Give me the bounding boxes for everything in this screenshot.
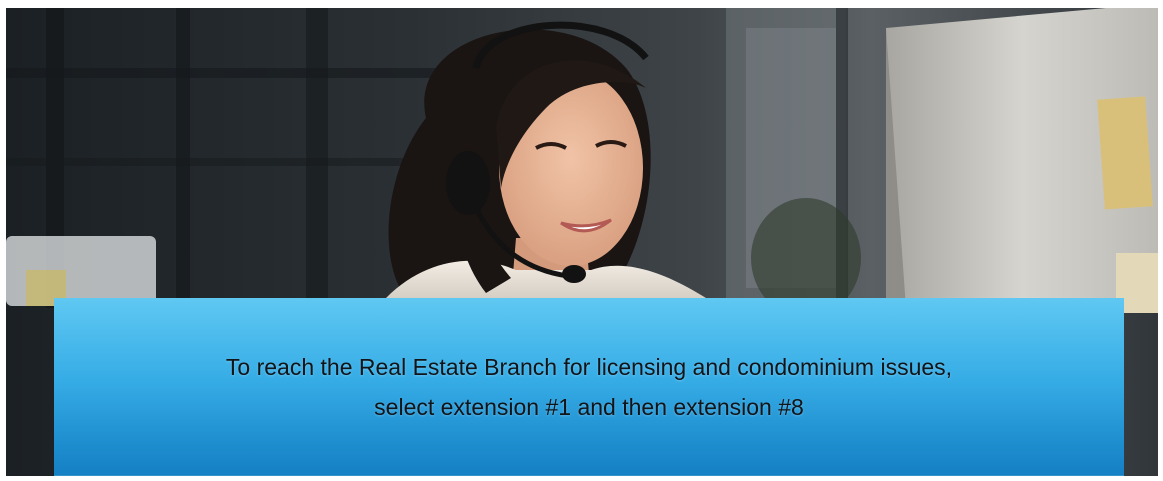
caption-line-1: To reach the Real Estate Branch for lice… [225, 354, 953, 380]
caption-line-2: select extension #1 and then extension #… [374, 394, 804, 420]
extension-info-box: To reach the Real Estate Branch for lice… [54, 298, 1124, 476]
support-banner: To reach the Real Estate Branch for lice… [6, 8, 1158, 476]
